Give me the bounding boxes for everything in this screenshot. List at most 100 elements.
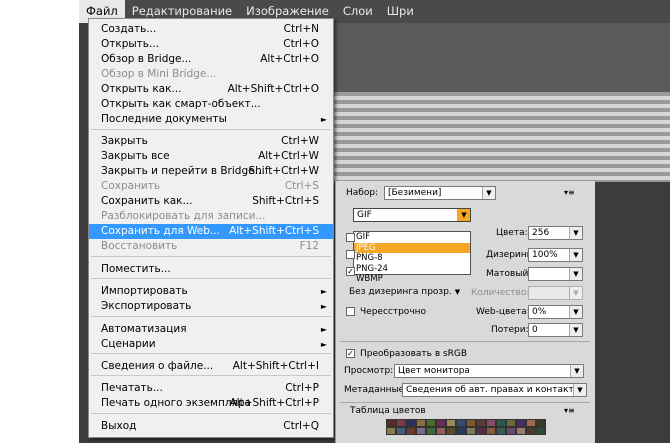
menu-item-23[interactable]: Выход Ctrl+Q — [89, 419, 333, 434]
menu-item-4[interactable]: Открыть как... Alt+Shift+Ctrl+O — [89, 82, 333, 97]
color-swatch[interactable] — [456, 427, 466, 435]
submenu-arrow-icon: ► — [320, 287, 327, 296]
menu-item-7[interactable]: Закрыть Ctrl+W — [89, 134, 333, 149]
color-swatch[interactable] — [436, 419, 446, 427]
menu-item-13[interactable]: Сохранить для Web... Alt+Shift+Ctrl+S — [89, 224, 333, 239]
color-swatch[interactable] — [486, 427, 496, 435]
lossy-label: Потери: — [491, 325, 529, 335]
menu-item-0[interactable]: Создать... Ctrl+N — [89, 22, 333, 37]
menu-item-6[interactable]: Последние документы ► — [89, 112, 333, 127]
menu-item-18[interactable]: Автоматизация ► — [89, 322, 333, 337]
menu-item-shortcut: Ctrl+P — [285, 382, 319, 394]
web-snap-select[interactable]: 0% ▼ — [528, 305, 583, 319]
menu-item-14[interactable]: Восстановить F12 — [89, 239, 333, 254]
color-swatch[interactable] — [456, 419, 466, 427]
color-swatch[interactable] — [486, 419, 496, 427]
format-option[interactable]: WBMP — [354, 274, 470, 285]
color-swatch[interactable] — [476, 419, 486, 427]
color-swatch[interactable] — [536, 427, 546, 435]
menu-item-15[interactable]: Поместить... — [89, 262, 333, 277]
dither-value: 100% — [532, 250, 558, 260]
menu-item-8[interactable]: Закрыть все Alt+Ctrl+W — [89, 149, 333, 164]
format-option[interactable]: PNG-8 — [354, 253, 470, 264]
matte-select[interactable]: ▼ — [528, 267, 583, 281]
menu-item-label: Закрыть и перейти в Bridge... — [101, 165, 265, 177]
menu-item-3[interactable]: Обзор в Mini Bridge... — [89, 67, 333, 82]
color-swatch[interactable] — [526, 427, 536, 435]
dither-algo-select[interactable]: Без дизеринга прозр... ▼ — [346, 286, 464, 300]
color-swatch[interactable] — [396, 427, 406, 435]
menu-layers[interactable]: Слои — [336, 0, 380, 23]
color-swatch[interactable] — [436, 427, 446, 435]
color-swatch[interactable] — [416, 427, 426, 435]
format-option[interactable]: GIF — [354, 232, 470, 243]
menu-item-10[interactable]: Сохранить Ctrl+S — [89, 179, 333, 194]
color-swatch[interactable] — [506, 419, 516, 427]
menu-item-shortcut: Alt+Ctrl+O — [260, 53, 319, 65]
menu-item-2[interactable]: Обзор в Bridge... Alt+Ctrl+O — [89, 52, 333, 67]
menu-item-11[interactable]: Сохранить как... Shift+Ctrl+S — [89, 194, 333, 209]
menu-item-21[interactable]: Печатать... Ctrl+P — [89, 381, 333, 396]
menu-item-9[interactable]: Закрыть и перейти в Bridge... Shift+Ctrl+… — [89, 164, 333, 179]
chevron-down-icon: ▼ — [570, 365, 583, 377]
color-swatch[interactable] — [496, 419, 506, 427]
color-swatch[interactable] — [496, 427, 506, 435]
color-swatch[interactable] — [416, 419, 426, 427]
chevron-down-icon: ▼ — [569, 287, 582, 299]
chevron-down-icon: ▼ — [482, 187, 495, 199]
color-swatch[interactable] — [536, 419, 546, 427]
color-swatch[interactable] — [516, 427, 526, 435]
color-swatch[interactable] — [446, 427, 456, 435]
color-swatch[interactable] — [506, 427, 516, 435]
menu-item-19[interactable]: Сценарии ► — [89, 337, 333, 352]
format-option[interactable]: PNG-24 — [354, 264, 470, 275]
color-swatch[interactable] — [466, 427, 476, 435]
convert-srgb-checkbox[interactable]: ✓ — [346, 349, 355, 358]
canvas-preview — [333, 92, 670, 182]
menu-item-shortcut: F12 — [299, 240, 319, 252]
preview-select[interactable]: Цвет монитора ▼ — [394, 364, 584, 378]
color-swatch[interactable] — [386, 419, 396, 427]
color-swatch[interactable] — [396, 419, 406, 427]
color-table-menu-icon[interactable]: ▾≡ — [564, 404, 575, 418]
submenu-arrow-icon: ► — [320, 325, 327, 334]
amount-input[interactable]: ▼ — [528, 286, 583, 300]
dither-select[interactable]: 100% ▼ — [528, 248, 583, 262]
colors-select[interactable]: 256 ▼ — [528, 226, 583, 240]
hidden-checkbox[interactable] — [346, 233, 355, 242]
chevron-down-icon: ▼ — [451, 286, 464, 298]
menu-item-16[interactable]: Импортировать ► — [89, 284, 333, 299]
lossy-select[interactable]: 0 ▼ — [528, 323, 583, 337]
color-swatch[interactable] — [476, 427, 486, 435]
color-swatch[interactable] — [526, 419, 536, 427]
metadata-label: Метаданные: — [344, 385, 408, 395]
chevron-down-icon: ▼ — [573, 384, 586, 396]
menu-item-5[interactable]: Открыть как смарт-объект... — [89, 97, 333, 112]
menu-item-12[interactable]: Разблокировать для записи... — [89, 209, 333, 224]
menu-item-20[interactable]: Сведения о файле... Alt+Shift+Ctrl+I — [89, 359, 333, 374]
menu-item-22[interactable]: Печать одного экземпляра Alt+Shift+Ctrl+P — [89, 396, 333, 411]
color-swatch[interactable] — [406, 427, 416, 435]
menu-separator — [91, 353, 331, 354]
color-swatch[interactable] — [386, 427, 396, 435]
menu-item-label: Автоматизация — [101, 323, 187, 335]
menu-type[interactable]: Шри — [380, 0, 421, 23]
color-swatch[interactable] — [446, 419, 456, 427]
metadata-select[interactable]: Сведения об авт. правах и контакты ▼ — [402, 383, 587, 397]
color-swatch[interactable] — [426, 427, 436, 435]
color-swatch[interactable] — [466, 419, 476, 427]
interlaced-checkbox[interactable] — [346, 307, 355, 316]
menu-item-label: Обзор в Bridge... — [101, 53, 192, 65]
preset-select[interactable]: [Безимени] ▼ — [384, 186, 496, 200]
transparency-checkbox[interactable]: ✓ — [346, 267, 355, 276]
color-swatch[interactable] — [516, 419, 526, 427]
menu-item-17[interactable]: Экспортировать ► — [89, 299, 333, 314]
menu-item-label: Закрыть — [101, 135, 148, 147]
color-swatch[interactable] — [426, 419, 436, 427]
menu-item-1[interactable]: Открыть... Ctrl+O — [89, 37, 333, 52]
format-option-selected[interactable]: JPEG — [354, 242, 470, 253]
hidden-checkbox[interactable] — [346, 250, 355, 259]
panel-menu-icon[interactable]: ▾≡ — [564, 186, 575, 200]
color-swatch[interactable] — [406, 419, 416, 427]
format-select[interactable]: GIF ▼ — [353, 208, 471, 222]
